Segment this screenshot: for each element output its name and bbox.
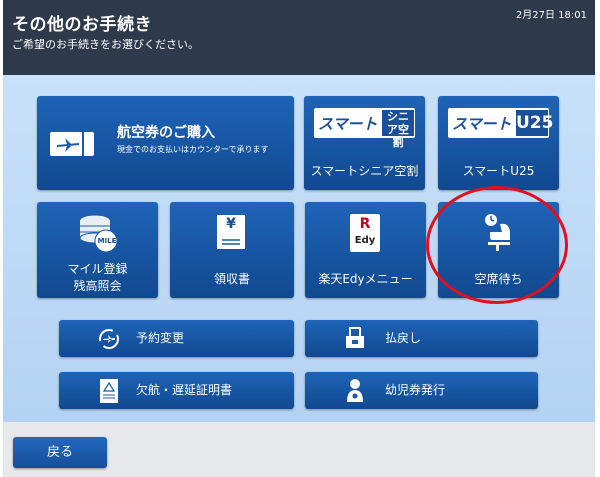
mileage-label-line2: 残高照会 <box>73 279 122 293</box>
edy-label: 楽天Edyメニュー <box>318 272 413 286</box>
purchase-ticket-button[interactable]: 航空券のご購入 現金でのお支払いはカウンターで承ります <box>37 96 294 190</box>
infant-ticket-label: 幼児券発行 <box>385 383 446 397</box>
delay-certificate-button[interactable]: 欠航・遅延証明書 <box>59 372 294 409</box>
purchase-description: 現金でのお支払いはカウンターで承ります <box>117 145 269 154</box>
mileage-label-line1: マイル登録 <box>67 262 128 276</box>
receipt-button[interactable]: ¥ 領収書 <box>170 202 294 298</box>
smart-u25-label: スマートU25 <box>462 164 535 178</box>
edy-logo-text: Edy <box>354 235 376 246</box>
plane-cycle-icon <box>99 329 119 349</box>
delay-certificate-label: 欠航・遅延証明書 <box>136 383 233 397</box>
edy-logo: R Edy <box>350 214 380 252</box>
edy-menu-button[interactable]: R Edy 楽天Edyメニュー <box>305 202 426 298</box>
refund-label: 払戻し <box>385 331 422 345</box>
coins-icon <box>79 214 118 253</box>
change-reservation-button[interactable]: 予約変更 <box>59 320 294 357</box>
refund-button[interactable]: 払戻し <box>305 320 538 357</box>
infant-ticket-button[interactable]: 幼児券発行 <box>305 372 538 409</box>
change-reservation-label: 予約変更 <box>136 331 185 345</box>
mileage-button[interactable]: MILE マイル登録 残高照会 <box>37 202 158 298</box>
certificate-icon <box>100 379 118 403</box>
page-subtitle: ご希望のお手続きをお選びください。 <box>12 38 199 51</box>
ticket-plane-icon <box>50 132 94 156</box>
header-bar: その他のお手続き ご希望のお手続きをお選びください。 2月27日 18:01 <box>3 0 595 75</box>
smart-u25-logo-main: スマート <box>452 115 512 133</box>
back-button[interactable]: 戻る <box>13 437 107 468</box>
smart-senior-logo-side: シニア空割 <box>382 110 414 149</box>
refund-icon <box>346 327 364 348</box>
smart-senior-label: スマートシニア空割 <box>310 164 419 178</box>
page-title: その他のお手続き <box>12 15 152 35</box>
receipt-label: 領収書 <box>213 272 250 286</box>
receipt-symbol: ¥ <box>226 216 236 232</box>
smart-senior-button[interactable]: スマート シニア空割 スマートシニア空割 <box>304 96 425 190</box>
purchase-title: 航空券のご購入 <box>117 125 215 141</box>
smart-u25-logo: スマート U25 <box>448 108 553 138</box>
edy-logo-r: R <box>359 216 371 232</box>
smart-u25-logo-side: U25 <box>516 110 553 136</box>
coin-label: MILE <box>97 237 117 245</box>
highlight-circle <box>426 186 568 304</box>
datetime-display: 2月27日 18:01 <box>515 10 587 21</box>
smart-senior-logo: スマート シニア空割 <box>314 108 415 149</box>
smart-senior-logo-main: スマート <box>318 115 378 133</box>
infant-icon <box>347 379 363 402</box>
smart-u25-button[interactable]: スマート U25 スマートU25 <box>438 96 559 190</box>
